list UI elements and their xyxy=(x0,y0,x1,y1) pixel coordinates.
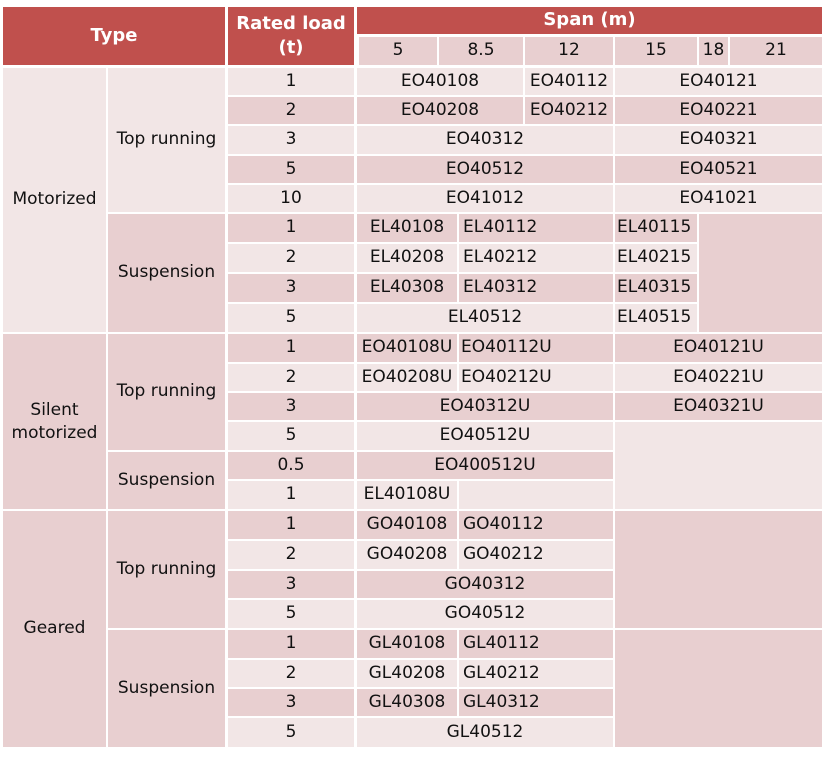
model-code: EO40221U xyxy=(615,364,822,391)
model-code: EL40115 xyxy=(615,214,697,242)
load-cell: 2 xyxy=(228,660,354,687)
type-geared: Geared xyxy=(3,511,106,747)
empty-cell xyxy=(615,511,822,628)
load-cell: 0.5 xyxy=(228,452,354,479)
crane-model-table: Type Rated load (t) Span (m) 5 8.5 12 15… xyxy=(0,0,828,762)
model-code: EO40108U xyxy=(357,334,457,362)
model-code: EL40108 xyxy=(357,214,457,242)
empty-cell xyxy=(699,214,822,332)
load-cell: 3 xyxy=(228,274,354,302)
subtype-suspension: Suspension xyxy=(108,214,225,332)
empty-cell xyxy=(615,422,822,509)
subtype-top-running: Top running xyxy=(108,511,225,628)
model-code: EO40321U xyxy=(615,393,822,420)
model-code: GO40108 xyxy=(357,511,457,539)
subtype-top-running: Top running xyxy=(108,68,225,212)
load-cell: 5 xyxy=(228,156,354,183)
subtype-suspension: Suspension xyxy=(108,452,225,509)
span-col-5: 5 xyxy=(359,37,437,65)
model-code: GO40112 xyxy=(459,511,613,539)
model-code: GO40312 xyxy=(357,571,613,598)
load-cell: 5 xyxy=(228,600,354,628)
subtype-suspension: Suspension xyxy=(108,630,225,747)
model-code: GL40208 xyxy=(357,660,457,687)
load-cell: 3 xyxy=(228,393,354,420)
model-code: EO40121U xyxy=(615,334,822,362)
load-cell: 3 xyxy=(228,689,354,716)
load-cell: 5 xyxy=(228,718,354,747)
load-cell: 2 xyxy=(228,541,354,569)
type-silent-motorized: Silent motorized xyxy=(3,334,106,509)
model-code: EO40208U xyxy=(357,364,457,391)
model-code: EO41021 xyxy=(615,185,822,212)
model-code: EO40112 xyxy=(525,68,613,95)
load-cell: 2 xyxy=(228,244,354,272)
load-cell: 1 xyxy=(228,511,354,539)
empty-cell xyxy=(615,630,822,747)
model-code: EO40312 xyxy=(357,126,613,154)
model-code: EO40512 xyxy=(357,156,613,183)
model-code: EL40112 xyxy=(459,214,613,242)
load-cell: 1 xyxy=(228,630,354,658)
model-code: EL40212 xyxy=(459,244,613,272)
model-code: EL40208 xyxy=(357,244,457,272)
subtype-top-running: Top running xyxy=(108,334,225,450)
model-code: GL40312 xyxy=(459,689,613,716)
span-col-18: 18 xyxy=(699,37,728,65)
load-cell: 10 xyxy=(228,185,354,212)
load-cell: 1 xyxy=(228,214,354,242)
model-code: GL40112 xyxy=(459,630,613,658)
model-code: EO41012 xyxy=(357,185,613,212)
model-code: GL40108 xyxy=(357,630,457,658)
model-code: GO40208 xyxy=(357,541,457,569)
model-code: GO40512 xyxy=(357,600,613,628)
load-cell: 5 xyxy=(228,422,354,450)
load-cell: 1 xyxy=(228,68,354,95)
model-code: EL40215 xyxy=(615,244,697,272)
span-col-15: 15 xyxy=(615,37,697,65)
model-code: EO400512U xyxy=(357,452,613,479)
model-code: EL40315 xyxy=(615,274,697,302)
model-code: EO40512U xyxy=(357,422,613,450)
span-col-21: 21 xyxy=(730,37,822,65)
model-code: GL40212 xyxy=(459,660,613,687)
header-rated-load: Rated load (t) xyxy=(228,7,354,65)
load-cell: 3 xyxy=(228,126,354,154)
model-code: EL40108U xyxy=(357,481,457,509)
model-code: EO40221 xyxy=(615,97,822,124)
load-cell: 2 xyxy=(228,97,354,124)
model-code: EO40321 xyxy=(615,126,822,154)
model-code: GL40512 xyxy=(357,718,613,747)
model-code: EO40108 xyxy=(357,68,523,95)
model-code: EO40112U xyxy=(459,334,613,362)
header-span: Span (m) xyxy=(357,7,822,34)
model-code: EL40312 xyxy=(459,274,613,302)
model-code: GO40212 xyxy=(459,541,613,569)
empty-cell xyxy=(459,481,613,509)
model-code: EL40515 xyxy=(615,304,697,332)
load-cell: 5 xyxy=(228,304,354,332)
model-code: GL40308 xyxy=(357,689,457,716)
model-code: EO40208 xyxy=(357,97,523,124)
model-code: EO40121 xyxy=(615,68,822,95)
span-col-12: 12 xyxy=(525,37,613,65)
type-motorized: Motorized xyxy=(3,68,106,332)
model-code: EL40512 xyxy=(357,304,613,332)
header-type: Type xyxy=(3,7,225,65)
load-cell: 2 xyxy=(228,364,354,391)
load-cell: 1 xyxy=(228,481,354,509)
load-cell: 3 xyxy=(228,571,354,598)
model-code: EO40521 xyxy=(615,156,822,183)
span-col-8-5: 8.5 xyxy=(439,37,523,65)
load-cell: 1 xyxy=(228,334,354,362)
model-code: EL40308 xyxy=(357,274,457,302)
model-code: EO40212 xyxy=(525,97,613,124)
model-code: EO40312U xyxy=(357,393,613,420)
model-code: EO40212U xyxy=(459,364,613,391)
